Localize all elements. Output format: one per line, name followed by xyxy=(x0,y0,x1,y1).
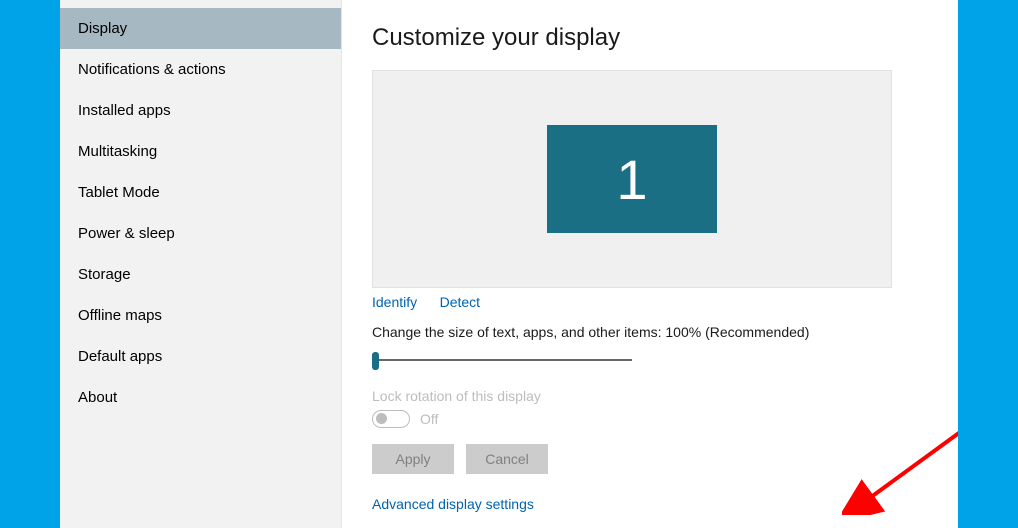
sidebar-item-about[interactable]: About xyxy=(60,377,341,418)
sidebar-item-multitasking[interactable]: Multitasking xyxy=(60,131,341,172)
toggle-state-label: Off xyxy=(420,411,438,427)
scale-label: Change the size of text, apps, and other… xyxy=(372,324,928,340)
lock-rotation-toggle[interactable] xyxy=(372,410,410,428)
button-row: Apply Cancel xyxy=(372,444,928,474)
sidebar-item-storage[interactable]: Storage xyxy=(60,254,341,295)
sidebar-item-power-sleep[interactable]: Power & sleep xyxy=(60,213,341,254)
sidebar-item-tablet-mode[interactable]: Tablet Mode xyxy=(60,172,341,213)
identify-link[interactable]: Identify xyxy=(372,294,417,310)
sidebar-item-default-apps[interactable]: Default apps xyxy=(60,336,341,377)
apply-button[interactable]: Apply xyxy=(372,444,454,474)
advanced-display-settings-link[interactable]: Advanced display settings xyxy=(372,496,928,512)
scale-slider[interactable] xyxy=(372,350,632,370)
slider-track xyxy=(372,359,632,361)
toggle-knob xyxy=(376,413,387,424)
lock-rotation-row: Off xyxy=(372,410,928,428)
sidebar-item-installed-apps[interactable]: Installed apps xyxy=(60,90,341,131)
monitor-1[interactable]: 1 xyxy=(547,125,717,233)
detect-link[interactable]: Detect xyxy=(440,294,480,310)
lock-rotation-label: Lock rotation of this display xyxy=(372,388,928,404)
sidebar-item-offline-maps[interactable]: Offline maps xyxy=(60,295,341,336)
main-panel: Customize your display 1 Identify Detect… xyxy=(342,0,958,528)
sidebar: Display Notifications & actions Installe… xyxy=(60,0,342,528)
page-title: Customize your display xyxy=(372,24,928,52)
identify-detect-row: Identify Detect xyxy=(372,294,928,312)
sidebar-item-display[interactable]: Display xyxy=(60,8,341,49)
display-preview[interactable]: 1 xyxy=(372,70,892,288)
sidebar-item-notifications[interactable]: Notifications & actions xyxy=(60,49,341,90)
slider-thumb[interactable] xyxy=(372,352,379,370)
settings-window: Display Notifications & actions Installe… xyxy=(60,0,958,528)
annotation-arrow-icon xyxy=(842,355,958,515)
cancel-button[interactable]: Cancel xyxy=(466,444,548,474)
